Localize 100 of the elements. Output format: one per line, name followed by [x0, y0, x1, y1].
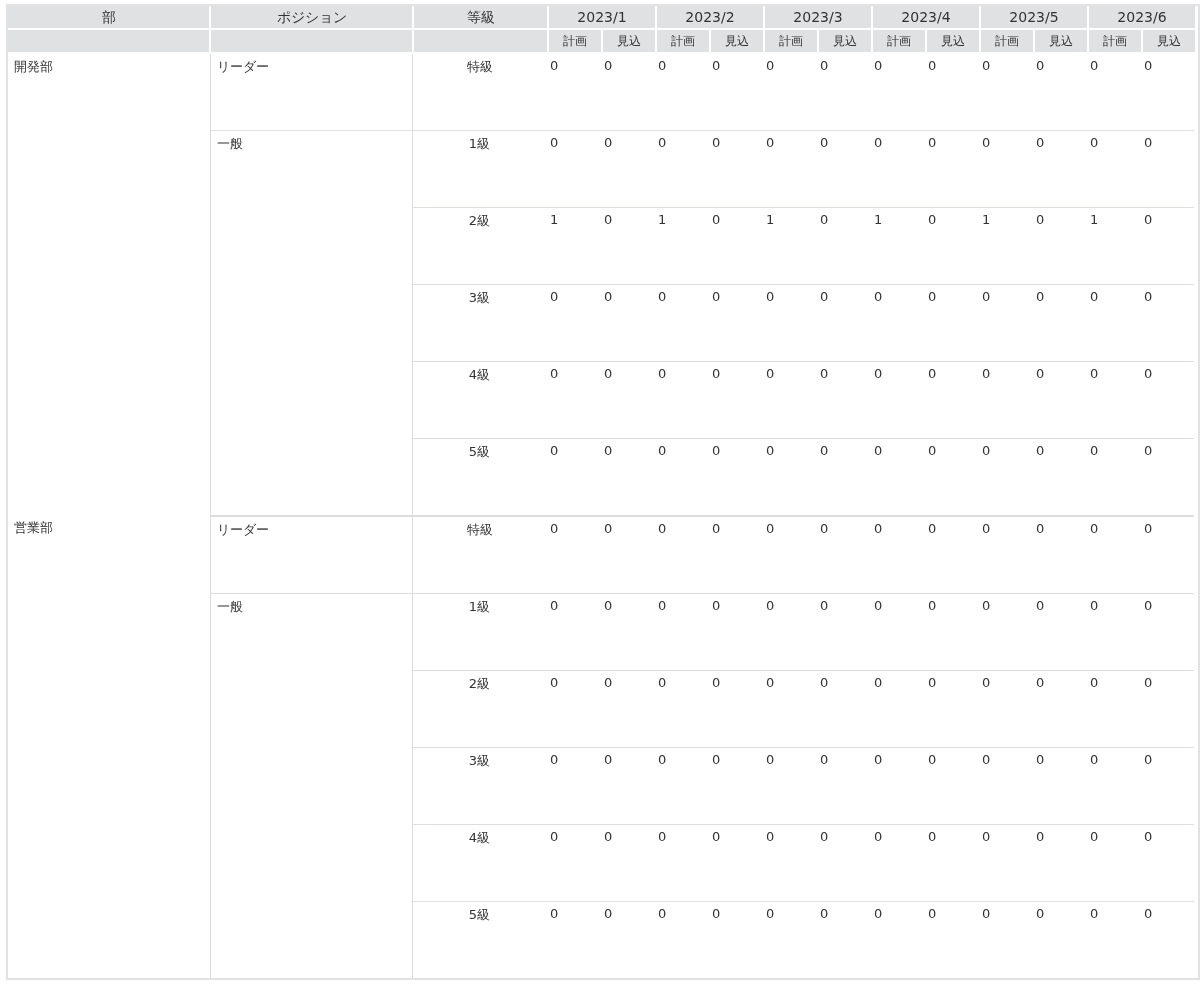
value-cell: 0 [982, 58, 991, 73]
value-cell: 0 [820, 135, 829, 150]
value-cell: 0 [1144, 752, 1153, 767]
value-cell: 0 [982, 829, 991, 844]
value-cell: 0 [982, 906, 991, 921]
value-cell: 1 [982, 212, 991, 227]
value-cell: 0 [712, 366, 721, 381]
value-cell: 0 [766, 58, 775, 73]
value-cell: 0 [874, 752, 883, 767]
value-cell: 0 [1090, 443, 1099, 458]
column-header: 計画 [1089, 30, 1141, 52]
value-cell: 0 [550, 58, 559, 73]
value-cell: 0 [928, 829, 937, 844]
value-cell: 0 [928, 521, 937, 536]
value-cell: 0 [874, 675, 883, 690]
value-cell: 0 [928, 366, 937, 381]
column-header: 等級 [414, 6, 547, 28]
value-cell: 0 [658, 521, 667, 536]
value-cell: 0 [712, 289, 721, 304]
value-cell: 0 [1144, 443, 1153, 458]
position-cell: リーダー [217, 521, 269, 539]
value-cell: 0 [1144, 58, 1153, 73]
grade-cell: 特級 [466, 58, 493, 76]
position-cell: 一般 [217, 598, 243, 616]
value-cell: 0 [982, 521, 991, 536]
value-cell: 0 [1036, 289, 1045, 304]
value-cell: 0 [604, 675, 613, 690]
value-cell: 0 [766, 366, 775, 381]
value-cell: 0 [874, 906, 883, 921]
value-cell: 0 [820, 212, 829, 227]
value-cell: 0 [1036, 443, 1045, 458]
value-cell: 0 [712, 443, 721, 458]
column-header: 計画 [873, 30, 925, 52]
value-cell: 0 [820, 598, 829, 613]
value-cell: 0 [766, 675, 775, 690]
value-cell: 0 [550, 752, 559, 767]
column-header: 見込 [603, 30, 655, 52]
value-cell: 0 [874, 366, 883, 381]
column-header: 2023/5 [981, 6, 1087, 28]
value-cell: 0 [658, 58, 667, 73]
value-cell: 0 [1090, 58, 1099, 73]
grade-cell: 5級 [468, 906, 491, 924]
column-header: 見込 [927, 30, 979, 52]
value-cell: 0 [928, 443, 937, 458]
value-cell: 0 [766, 521, 775, 536]
value-cell: 0 [1090, 829, 1099, 844]
position-cell: 一般 [217, 135, 243, 153]
value-cell: 0 [1036, 521, 1045, 536]
value-cell: 0 [1144, 829, 1153, 844]
value-cell: 0 [1090, 906, 1099, 921]
value-cell: 0 [658, 752, 667, 767]
value-cell: 0 [1090, 675, 1099, 690]
grade-cell: 4級 [468, 829, 491, 847]
value-cell: 0 [982, 135, 991, 150]
value-cell: 0 [928, 598, 937, 613]
value-cell: 1 [658, 212, 667, 227]
value-cell: 0 [712, 212, 721, 227]
value-cell: 0 [712, 521, 721, 536]
value-cell: 0 [550, 135, 559, 150]
value-cell: 0 [658, 829, 667, 844]
value-cell: 0 [550, 675, 559, 690]
column-header: 見込 [819, 30, 871, 52]
value-cell: 0 [1090, 289, 1099, 304]
value-cell: 0 [874, 443, 883, 458]
value-cell: 0 [928, 675, 937, 690]
value-cell: 0 [820, 366, 829, 381]
column-header: 2023/4 [873, 6, 979, 28]
value-cell: 0 [766, 598, 775, 613]
value-cell: 0 [604, 752, 613, 767]
value-cell: 0 [550, 521, 559, 536]
value-cell: 0 [820, 289, 829, 304]
value-cell: 0 [874, 521, 883, 536]
value-cell: 0 [820, 675, 829, 690]
value-cell: 0 [1036, 675, 1045, 690]
value-cell: 0 [658, 289, 667, 304]
value-cell: 0 [1036, 212, 1045, 227]
value-cell: 0 [712, 598, 721, 613]
value-cell: 0 [550, 366, 559, 381]
value-cell: 0 [1036, 829, 1045, 844]
column-header: 2023/6 [1089, 6, 1195, 28]
value-cell: 0 [820, 58, 829, 73]
value-cell: 0 [604, 829, 613, 844]
column-header: 見込 [1143, 30, 1195, 52]
column-header: 部 [8, 6, 209, 28]
value-cell: 0 [604, 289, 613, 304]
value-cell: 0 [712, 58, 721, 73]
value-cell: 0 [766, 829, 775, 844]
value-cell: 0 [658, 443, 667, 458]
grade-cell: 3級 [468, 289, 491, 307]
value-cell: 0 [928, 135, 937, 150]
grade-cell: 3級 [468, 752, 491, 770]
grade-cell: 4級 [468, 366, 491, 384]
value-cell: 0 [1090, 752, 1099, 767]
value-cell: 0 [1036, 752, 1045, 767]
grade-cell: 1級 [468, 135, 491, 153]
column-header: 計画 [549, 30, 601, 52]
value-cell: 0 [658, 135, 667, 150]
value-cell: 0 [982, 675, 991, 690]
grade-cell: 特級 [466, 521, 493, 539]
value-cell: 1 [874, 212, 883, 227]
